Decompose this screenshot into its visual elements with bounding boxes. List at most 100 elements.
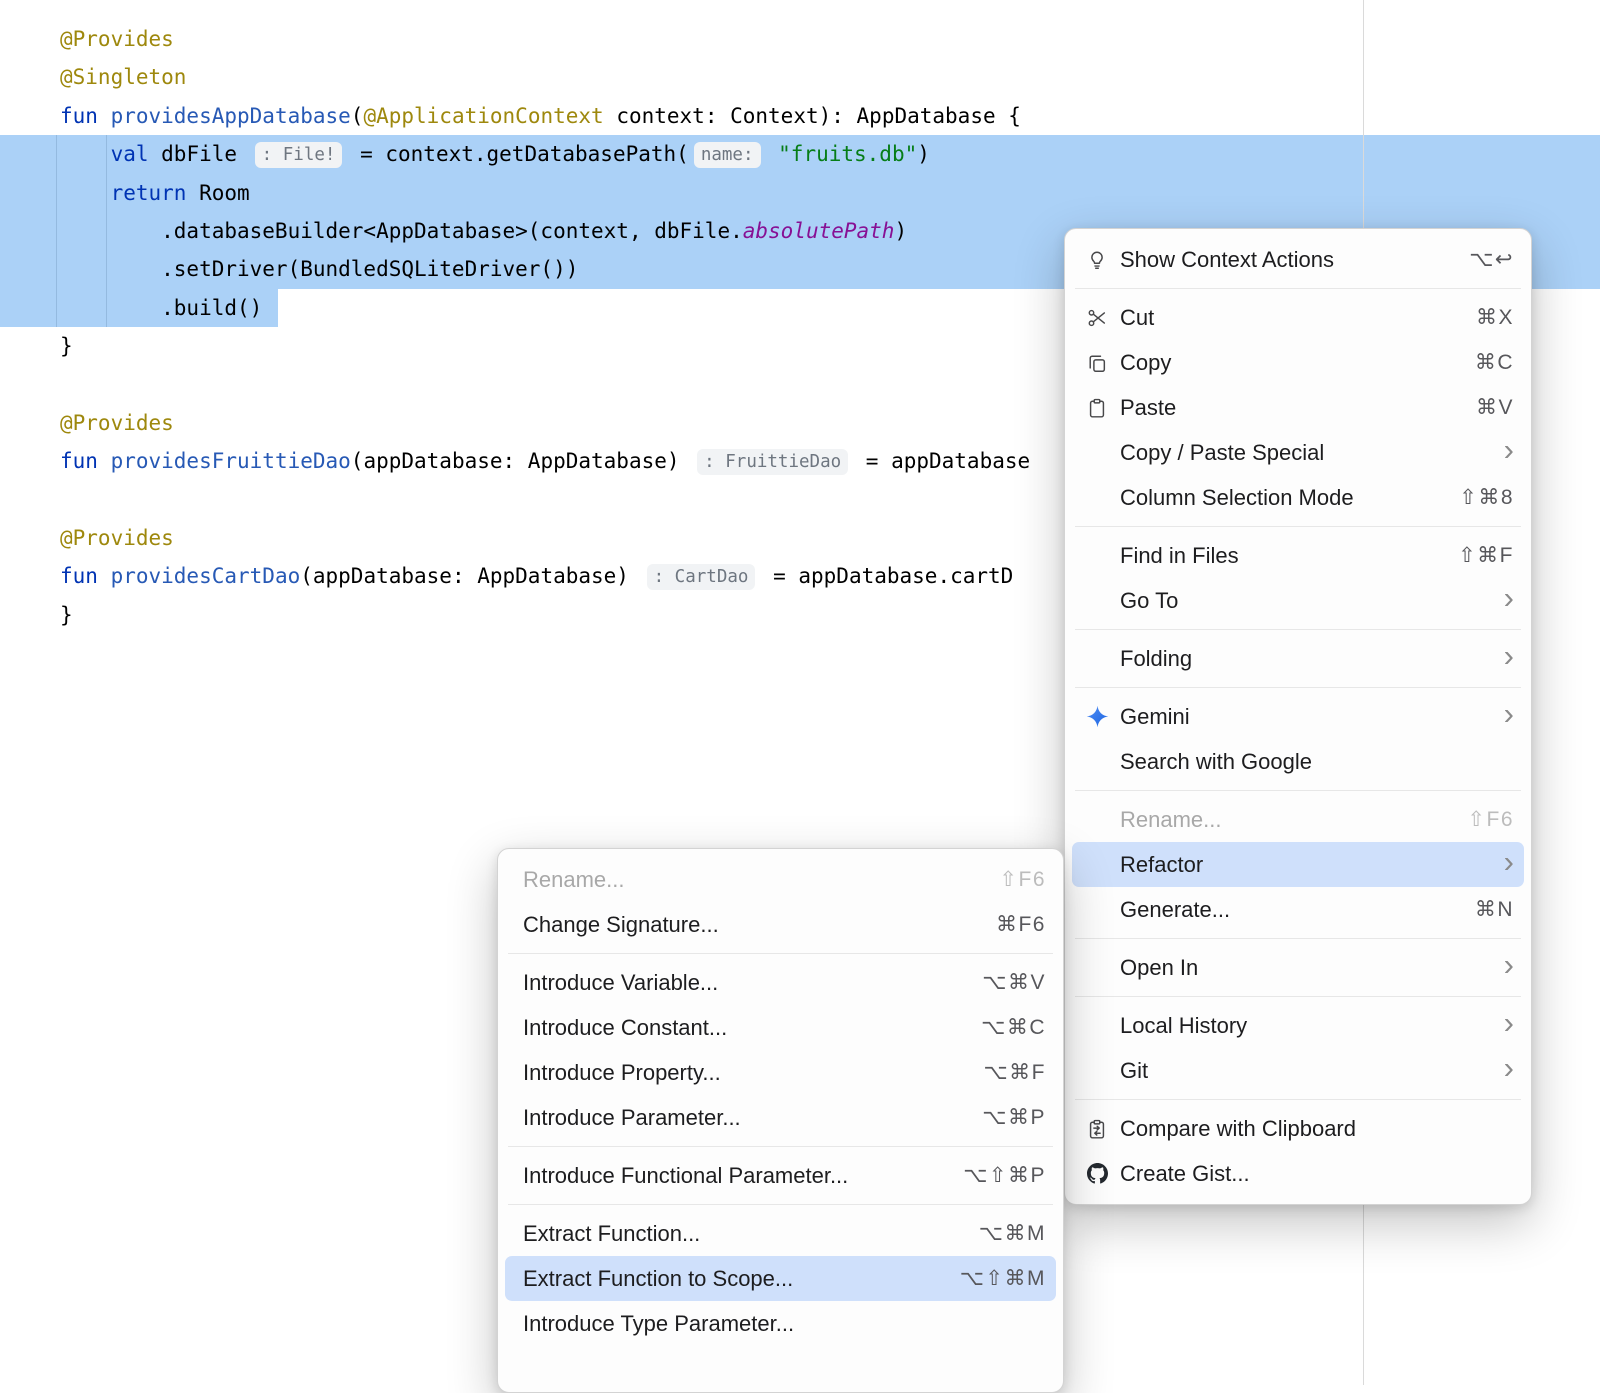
menu-separator: [508, 1204, 1053, 1205]
menu-item-label: Introduce Type Parameter...: [523, 1311, 1046, 1337]
menu-item-create-gist[interactable]: Create Gist...: [1072, 1151, 1524, 1196]
code-token: ): [917, 142, 930, 166]
menu-item-paste[interactable]: Paste⌘V: [1072, 385, 1524, 430]
menu-item-go-to[interactable]: Go To›: [1072, 578, 1524, 623]
menu-item-label: Refactor: [1120, 852, 1486, 878]
menu-item-find-in-files[interactable]: Find in Files⇧⌘F: [1072, 533, 1524, 578]
code-token: fun: [60, 449, 111, 473]
menu-item-git[interactable]: Git›: [1072, 1048, 1524, 1093]
code-token: ): [894, 219, 907, 243]
menu-item-label: Change Signature...: [523, 912, 978, 938]
icon-spacer: [1082, 955, 1112, 981]
icon-spacer: [1082, 807, 1112, 833]
menu-item-introduce-parameter[interactable]: Introduce Parameter...⌥⌘P: [505, 1095, 1056, 1140]
code-line-text: return Room: [0, 181, 250, 205]
code-token: providesAppDatabase: [111, 104, 351, 128]
menu-item-label: Extract Function to Scope...: [523, 1266, 942, 1292]
menu-item-label: Compare with Clipboard: [1120, 1116, 1514, 1142]
code-token: .build(): [60, 296, 262, 320]
code-line-text: .build(): [0, 296, 262, 320]
chevron-right-icon: ›: [1504, 698, 1514, 729]
menu-item-introduce-functional-parameter[interactable]: Introduce Functional Parameter...⌥⇧⌘P: [505, 1153, 1056, 1198]
code-token: (appDatabase: AppDatabase): [351, 449, 692, 473]
code-line: fun providesAppDatabase(@ApplicationCont…: [0, 97, 1600, 135]
code-line-text: [0, 373, 60, 397]
menu-item-rename[interactable]: Rename...⇧F6: [1072, 797, 1524, 842]
menu-shortcut: ⌘C: [1475, 350, 1514, 375]
menu-item-rename[interactable]: Rename... ⇧F6: [505, 857, 1056, 902]
menu-item-label: Extract Function...: [523, 1221, 961, 1247]
chevron-right-icon: ›: [1504, 1007, 1514, 1038]
menu-item-label: Show Context Actions: [1120, 247, 1451, 273]
menu-shortcut: ⌘F6: [996, 912, 1046, 937]
icon-spacer: [1082, 1058, 1112, 1084]
menu-item-label: Introduce Functional Parameter...: [523, 1163, 945, 1189]
menu-item-search-with-google[interactable]: Search with Google: [1072, 739, 1524, 784]
menu-item-compare-with-clipboard[interactable]: Compare with Clipboard: [1072, 1106, 1524, 1151]
menu-shortcut: ⇧F6: [999, 867, 1046, 892]
code-line-text: .setDriver(BundledSQLiteDriver()): [0, 257, 578, 281]
code-token: @Provides: [60, 526, 174, 550]
code-token: (appDatabase: AppDatabase): [300, 564, 641, 588]
menu-shortcut: ⌥⌘M: [979, 1221, 1046, 1246]
menu-item-column-selection-mode[interactable]: Column Selection Mode⇧⌘8: [1072, 475, 1524, 520]
menu-shortcut: ⌘X: [1476, 305, 1514, 330]
editor-context-menu: Show Context Actions⌥↩ Cut ⌘X Copy ⌘C Paste⌘V…: [1064, 228, 1532, 1205]
inlay-hint: : CartDao: [647, 564, 756, 590]
menu-item-introduce-type-parameter[interactable]: Introduce Type Parameter...: [505, 1301, 1056, 1346]
menu-item-change-signature[interactable]: Change Signature... ⌘F6: [505, 902, 1056, 947]
code-line-text: fun providesCartDao(appDatabase: AppData…: [0, 564, 1013, 588]
code-token: = appDatabase: [853, 449, 1030, 473]
code-line-text: fun providesAppDatabase(@ApplicationCont…: [0, 104, 1021, 128]
compare-icon: [1082, 1116, 1112, 1142]
menu-shortcut: ⌘N: [1475, 897, 1514, 922]
menu-item-generate[interactable]: Generate... ⌘N: [1072, 887, 1524, 932]
paste-icon: [1082, 395, 1112, 421]
menu-item-extract-function-to-scope[interactable]: Extract Function to Scope... ⌥⇧⌘M: [505, 1256, 1056, 1301]
code-token: providesCartDao: [111, 564, 301, 588]
menu-shortcut: ⌥⌘V: [982, 970, 1046, 995]
menu-item-label: Introduce Property...: [523, 1060, 965, 1086]
code-line-text: @Provides: [0, 27, 174, 51]
menu-item-introduce-property[interactable]: Introduce Property... ⌥⌘F: [505, 1050, 1056, 1095]
menu-item-label: Copy: [1120, 350, 1457, 376]
menu-item-show-context-actions[interactable]: Show Context Actions⌥↩: [1072, 237, 1524, 282]
menu-separator: [1075, 629, 1521, 630]
menu-item-open-in[interactable]: Open In›: [1072, 945, 1524, 990]
github-icon: [1082, 1161, 1112, 1187]
menu-item-label: Paste: [1120, 395, 1458, 421]
menu-item-folding[interactable]: Folding›: [1072, 636, 1524, 681]
code-token: Room: [186, 181, 249, 205]
menu-shortcut: ⌥⇧⌘M: [960, 1266, 1046, 1291]
icon-spacer: [1082, 588, 1112, 614]
code-line-text: .databaseBuilder<AppDatabase>(context, d…: [0, 219, 907, 243]
menu-item-copy-paste-special[interactable]: Copy / Paste Special›: [1072, 430, 1524, 475]
menu-item-cut[interactable]: Cut ⌘X: [1072, 295, 1524, 340]
code-token: fun: [60, 564, 111, 588]
icon-spacer: [1082, 485, 1112, 511]
menu-item-label: Gemini: [1120, 704, 1486, 730]
menu-item-label: Introduce Variable...: [523, 970, 964, 996]
menu-separator: [1075, 526, 1521, 527]
icon-spacer: [1082, 1013, 1112, 1039]
menu-shortcut: ⌥⌘F: [983, 1060, 1046, 1085]
icon-spacer: [1082, 543, 1112, 569]
menu-separator: [1075, 938, 1521, 939]
menu-item-local-history[interactable]: Local History›: [1072, 1003, 1524, 1048]
menu-item-copy[interactable]: Copy ⌘C: [1072, 340, 1524, 385]
code-line-text: }: [0, 334, 73, 358]
code-line: @Singleton: [0, 58, 1600, 96]
menu-item-label: Rename...: [523, 867, 981, 893]
menu-item-gemini[interactable]: Gemini ›: [1072, 694, 1524, 739]
menu-item-label: Copy / Paste Special: [1120, 440, 1486, 466]
menu-item-introduce-constant[interactable]: Introduce Constant...⌥⌘C: [505, 1005, 1056, 1050]
menu-item-label: Cut: [1120, 305, 1458, 331]
chevron-right-icon: ›: [1504, 846, 1514, 877]
code-token: context: Context): AppDatabase {: [604, 104, 1021, 128]
code-token: }: [60, 334, 73, 358]
menu-item-extract-function[interactable]: Extract Function... ⌥⌘M: [505, 1211, 1056, 1256]
menu-item-refactor[interactable]: Refactor ›: [1072, 842, 1524, 887]
code-token: .setDriver(BundledSQLiteDriver()): [60, 257, 578, 281]
menu-item-introduce-variable[interactable]: Introduce Variable... ⌥⌘V: [505, 960, 1056, 1005]
menu-item-label: Generate...: [1120, 897, 1457, 923]
